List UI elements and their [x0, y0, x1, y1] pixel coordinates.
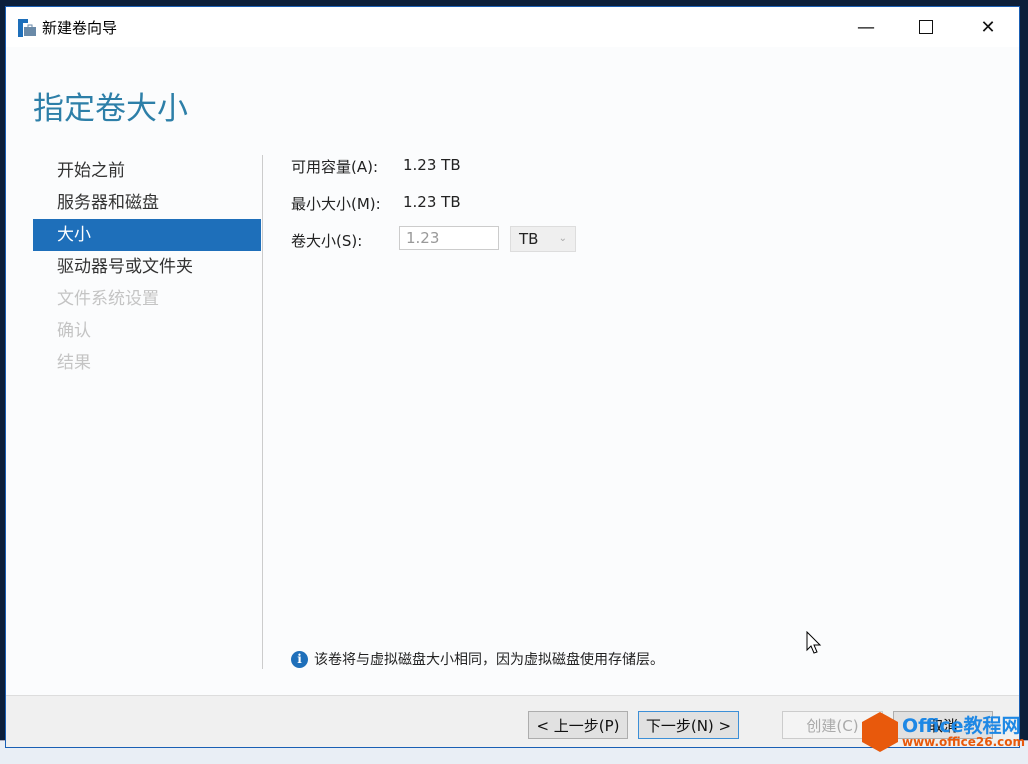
- office-logo-icon: [862, 712, 898, 752]
- minimize-button[interactable]: —: [836, 7, 896, 47]
- previous-button[interactable]: < 上一步(P): [528, 711, 628, 739]
- window-title: 新建卷向导: [42, 19, 118, 37]
- watermark-line2: www.office26.com: [902, 734, 1026, 749]
- divider: [262, 155, 263, 669]
- volume-wizard-icon: [18, 19, 36, 37]
- maximize-icon: [919, 20, 933, 34]
- available-capacity-label: 可用容量(A):: [291, 158, 379, 176]
- info-icon: i: [291, 650, 308, 668]
- wizard-steps: 开始之前 服务器和磁盘 大小 驱动器号或文件夹 文件系统设置 确认 结果: [33, 155, 261, 379]
- next-button[interactable]: 下一步(N) >: [638, 711, 739, 739]
- wizard-body: 指定卷大小 开始之前 服务器和磁盘 大小 驱动器号或文件夹 文件系统设置 确认 …: [6, 47, 1019, 747]
- step-size[interactable]: 大小: [33, 219, 261, 251]
- maximize-button[interactable]: [896, 7, 956, 47]
- step-file-system: 文件系统设置: [57, 289, 159, 309]
- step-results: 结果: [57, 353, 91, 373]
- unit-select[interactable]: TB ⌄: [510, 226, 576, 252]
- chevron-down-icon: ⌄: [558, 233, 567, 244]
- available-capacity-value: 1.23 TB: [403, 156, 461, 174]
- minimum-size-label: 最小大小(M):: [291, 195, 381, 213]
- unit-value: TB: [519, 230, 539, 248]
- step-before-you-begin[interactable]: 开始之前: [33, 155, 261, 187]
- minimum-size-value: 1.23 TB: [403, 193, 461, 211]
- info-text: 该卷将与虚拟磁盘大小相同，因为虚拟磁盘使用存储层。: [314, 652, 664, 668]
- title-bar: 新建卷向导 — ✕: [6, 7, 1019, 47]
- step-server-and-disk[interactable]: 服务器和磁盘: [33, 187, 261, 219]
- wizard-window: 新建卷向导 — ✕ 指定卷大小 开始之前 服务器和磁盘 大小 驱动器号或文件夹 …: [5, 6, 1020, 748]
- watermark-logo: Office教程网 www.office26.com: [862, 712, 1025, 752]
- step-drive-letter[interactable]: 驱动器号或文件夹: [33, 251, 261, 283]
- close-button[interactable]: ✕: [958, 7, 1018, 47]
- close-icon: ✕: [980, 16, 996, 38]
- info-message: i 该卷将与虚拟磁盘大小相同，因为虚拟磁盘使用存储层。: [291, 649, 664, 669]
- watermark-line1: Office教程网: [902, 714, 1021, 737]
- minimize-icon: —: [857, 16, 875, 38]
- mouse-cursor-icon: [806, 631, 822, 654]
- page-title: 指定卷大小: [33, 91, 188, 127]
- volume-size-label: 卷大小(S):: [291, 232, 363, 250]
- step-confirmation: 确认: [57, 321, 91, 341]
- volume-size-input[interactable]: [399, 226, 499, 250]
